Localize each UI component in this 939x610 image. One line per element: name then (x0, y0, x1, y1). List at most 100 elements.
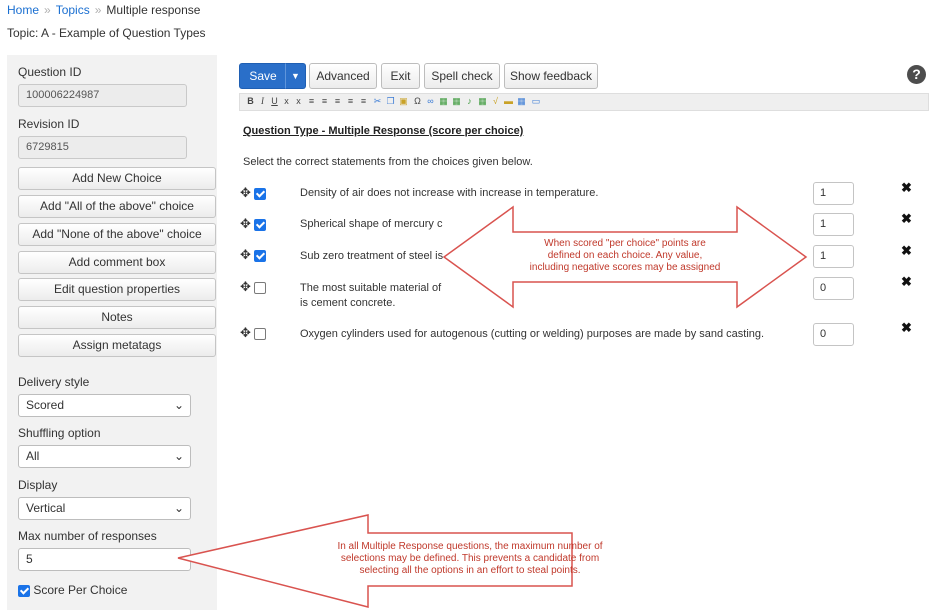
assign-metatags-button[interactable]: Assign metatags (18, 334, 216, 357)
edit-question-properties-button[interactable]: Edit question properties (18, 278, 216, 301)
delivery-style-select[interactable]: Scored ⌄ (18, 394, 191, 417)
max-responses-label: Max number of responses (18, 529, 157, 543)
max-responses-input[interactable]: 5 (18, 548, 191, 571)
shuffling-option-value: All (26, 449, 40, 463)
callout-line: When scored "per choice" points are (544, 238, 706, 249)
score-per-choice-row[interactable]: Score Per Choice (18, 583, 127, 597)
numbered-list-icon[interactable]: ≡ (346, 96, 355, 106)
exit-button[interactable]: Exit (381, 63, 420, 89)
per-choice-callout: When scored "per choice" points are defi… (513, 238, 737, 274)
choice-text[interactable]: Density of air does not increase with in… (300, 186, 598, 201)
question-id-field: 100006224987 (18, 84, 187, 107)
underline-icon[interactable]: U (270, 96, 279, 106)
rich-text-toolbar: B I U x x ≡ ≡ ≡ ≡ ≡ ✂ ❐ ▣ Ω ∞ ▦ ▦ ♪ ▦ √ … (239, 93, 929, 111)
score-per-choice-label: Score Per Choice (33, 583, 128, 597)
delivery-style-value: Scored (26, 398, 65, 412)
revision-id-field: 6729815 (18, 136, 187, 159)
choice-score-input[interactable]: 1 (813, 182, 854, 205)
callout-line: selections may be defined. This prevents… (340, 553, 600, 564)
choice-score-input[interactable]: 1 (813, 213, 854, 236)
score-per-choice-checkbox[interactable] (18, 584, 30, 597)
drag-handle-icon[interactable]: ✥ (240, 279, 251, 295)
display-value: Vertical (26, 501, 66, 515)
drag-handle-icon[interactable]: ✥ (240, 247, 251, 263)
add-all-of-above-button[interactable]: Add "All of the above" choice (18, 195, 216, 218)
help-icon[interactable]: ? (907, 65, 926, 84)
delete-choice-icon[interactable]: ✖ (901, 243, 912, 259)
image-icon[interactable]: ▦ (439, 96, 448, 106)
drag-handle-icon[interactable]: ✥ (240, 325, 251, 341)
add-comment-box-button[interactable]: Add comment box (18, 251, 216, 274)
bold-icon[interactable]: B (246, 96, 255, 106)
caret-down-icon: ▼ (291, 71, 300, 81)
choice-text[interactable]: Oxygen cylinders used for autogenous (cu… (300, 327, 764, 342)
callout-line: defined on each choice. Any value, (547, 250, 703, 261)
notes-button[interactable]: Notes (18, 306, 216, 329)
shuffling-option-label: Shuffling option (18, 426, 101, 440)
save-dropdown-button[interactable]: ▼ (285, 63, 306, 89)
max-responses-callout: In all Multiple Response questions, the … (337, 541, 602, 577)
question-title: Question Type - Multiple Response (score… (243, 125, 524, 137)
topic-title: Topic: A - Example of Question Types (7, 26, 206, 40)
callout-line: including negative scores may be assigne… (529, 262, 721, 273)
paste-icon[interactable]: ▣ (399, 96, 408, 106)
choice-checkbox[interactable] (254, 188, 266, 200)
add-none-of-above-button[interactable]: Add "None of the above" choice (18, 223, 216, 246)
choice-text[interactable]: Spherical shape of mercury c (300, 217, 442, 232)
superscript-icon[interactable]: x (294, 96, 303, 106)
insert-object-icon[interactable]: ▦ (517, 96, 526, 106)
choice-score-input[interactable]: 0 (813, 323, 854, 346)
breadcrumb-separator: » (44, 3, 51, 17)
spell-check-button[interactable]: Spell check (424, 63, 500, 89)
cut-icon[interactable]: ✂ (373, 96, 382, 106)
question-instruction: Select the correct statements from the c… (243, 156, 533, 168)
choice-checkbox[interactable] (254, 219, 266, 231)
display-label: Display (18, 478, 58, 492)
choice-checkbox[interactable] (254, 250, 266, 262)
align-right-icon[interactable]: ≡ (333, 96, 342, 106)
align-center-icon[interactable]: ≡ (320, 96, 329, 106)
show-feedback-button[interactable]: Show feedback (504, 63, 598, 89)
advanced-button[interactable]: Advanced (309, 63, 377, 89)
table-icon[interactable]: ▦ (478, 96, 487, 106)
sidebar: Question ID 100006224987 Revision ID 672… (7, 55, 217, 610)
callout-line: In all Multiple Response questions, the … (337, 541, 603, 552)
breadcrumb-home-link[interactable]: Home (7, 3, 39, 17)
save-button[interactable]: Save (239, 63, 287, 89)
equation-icon[interactable]: √ (491, 96, 500, 106)
delivery-style-label: Delivery style (18, 375, 90, 389)
choice-score-input[interactable]: 1 (813, 245, 854, 268)
question-id-label: Question ID (18, 65, 82, 79)
shuffling-option-select[interactable]: All ⌄ (18, 445, 191, 468)
special-character-icon[interactable]: Ω (413, 96, 422, 106)
choice-text[interactable]: Sub zero treatment of steel is (300, 249, 443, 264)
media-icon[interactable]: ▦ (452, 96, 461, 106)
delete-choice-icon[interactable]: ✖ (901, 211, 912, 227)
choice-checkbox[interactable] (254, 328, 266, 340)
breadcrumb-topics-link[interactable]: Topics (56, 3, 90, 17)
delete-choice-icon[interactable]: ✖ (901, 274, 912, 290)
choice-score-input[interactable]: 0 (813, 277, 854, 300)
choice-checkbox[interactable] (254, 282, 266, 294)
drag-handle-icon[interactable]: ✥ (240, 216, 251, 232)
subscript-icon[interactable]: x (282, 96, 291, 106)
italic-icon[interactable]: I (258, 96, 267, 106)
callout-line: selecting all the options in an effort t… (359, 565, 581, 576)
source-code-icon[interactable]: ▭ (530, 96, 542, 106)
add-new-choice-button[interactable]: Add New Choice (18, 167, 216, 190)
delete-choice-icon[interactable]: ✖ (901, 320, 912, 336)
display-select[interactable]: Vertical ⌄ (18, 497, 191, 520)
highlight-icon[interactable]: ▬ (504, 96, 513, 106)
copy-icon[interactable]: ❐ (386, 96, 395, 106)
chevron-down-icon: ⌄ (173, 501, 184, 515)
delete-choice-icon[interactable]: ✖ (901, 180, 912, 196)
chevron-down-icon: ⌄ (173, 398, 184, 412)
link-icon[interactable]: ∞ (426, 96, 435, 106)
bullet-list-icon[interactable]: ≡ (359, 96, 368, 106)
drag-handle-icon[interactable]: ✥ (240, 185, 251, 201)
audio-icon[interactable]: ♪ (465, 96, 474, 106)
chevron-down-icon: ⌄ (173, 449, 184, 463)
choice-text-continued[interactable]: is cement concrete. (300, 296, 395, 311)
choice-text[interactable]: The most suitable material of (300, 281, 441, 296)
align-left-icon[interactable]: ≡ (307, 96, 316, 106)
